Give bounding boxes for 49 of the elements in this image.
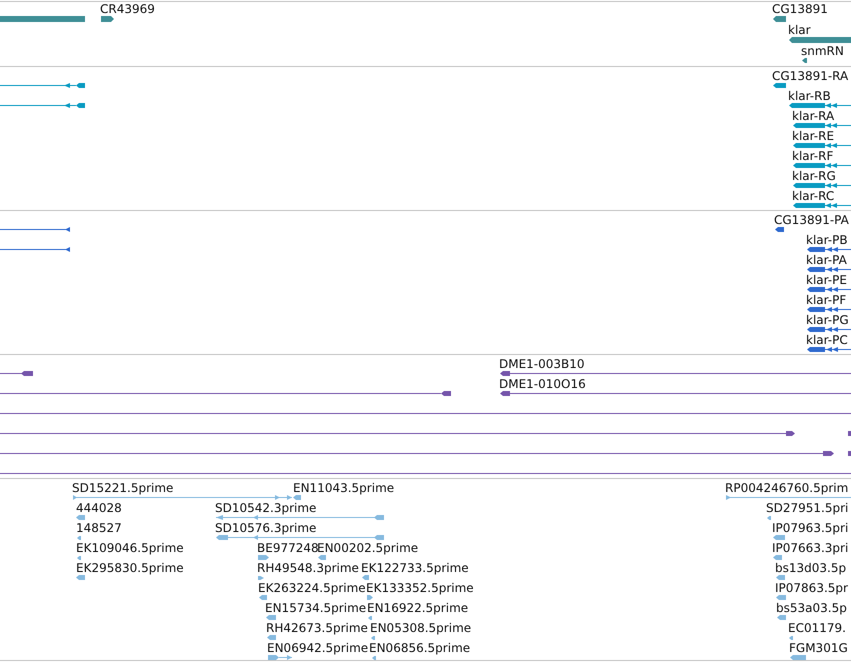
feature-label: SD10576.3prime — [215, 520, 316, 534]
feature-label: klar-PC — [806, 332, 848, 346]
feature-label: FGM301G — [789, 640, 848, 654]
feature-label: RP004246760.5prim — [725, 480, 848, 494]
feature-label: DME1-003B10 — [499, 356, 585, 370]
feature-label: klar-RG — [792, 168, 836, 182]
feature-label: 444028 — [76, 500, 122, 514]
feature-label: SD10542.3prime — [215, 500, 316, 514]
feature-label: RH49548.3prime — [257, 560, 359, 574]
feature-label: klar-RC — [792, 188, 834, 202]
feature-label: CG13891-RA — [772, 68, 848, 82]
feature-label: DME1-010O16 — [499, 376, 586, 390]
feature-label: klar-RB — [788, 88, 831, 102]
feature-label: IP07863.5pr — [775, 580, 848, 594]
feature-label: klar-PG — [806, 312, 849, 326]
feature-label: EN05308.5prime — [370, 620, 472, 634]
feature-label: EN11043.5prime — [293, 480, 394, 494]
feature-label: RH42673.5prime — [266, 620, 368, 634]
feature-label: EK295830.5prime — [76, 560, 184, 574]
feature-label: CG13891 — [772, 2, 828, 16]
feature-label: EK263224.5prime — [258, 580, 366, 594]
feature-label: EN06856.5prime — [369, 640, 470, 654]
feature-label: EN06942.5prime — [267, 640, 368, 654]
feature-label: SD15221.5prime — [72, 480, 174, 494]
feature-label: bs53a03.5p — [776, 600, 847, 614]
feature-label: EN16922.5prime — [367, 600, 468, 614]
feature-label: snmRN — [801, 44, 844, 58]
feature-label: 148527 — [76, 520, 122, 534]
feature-label: klar-RE — [792, 128, 834, 142]
feature-label: klar-PF — [806, 292, 846, 306]
feature-label: EN00202.5prime — [317, 540, 418, 554]
feature-label: klar — [788, 22, 811, 37]
feature-label: EC01179. — [788, 620, 846, 634]
feature-label: EK133352.5prime — [366, 580, 474, 594]
feature-label: IP07663.3pri — [772, 540, 848, 554]
feature-label: klar-PB — [806, 232, 848, 246]
feature-label: IP07963.5pri — [772, 520, 848, 534]
feature-label: klar-RF — [792, 148, 834, 162]
feature-label: CR43969 — [100, 2, 155, 16]
feature-label: klar-PE — [806, 272, 847, 286]
feature-label: EN15734.5prime — [265, 600, 366, 614]
feature-label: bs13d03.5p — [775, 560, 846, 574]
feature-label: SD27951.5pri — [766, 500, 848, 514]
feature-label: EK122733.5prime — [361, 560, 469, 574]
feature-label: EK109046.5prime — [76, 540, 184, 554]
feature-label: klar-PA — [806, 252, 847, 266]
feature-label: BE977248 — [257, 540, 319, 554]
feature-label: klar-RA — [792, 108, 834, 122]
feature-label: CG13891-PA — [774, 212, 849, 226]
